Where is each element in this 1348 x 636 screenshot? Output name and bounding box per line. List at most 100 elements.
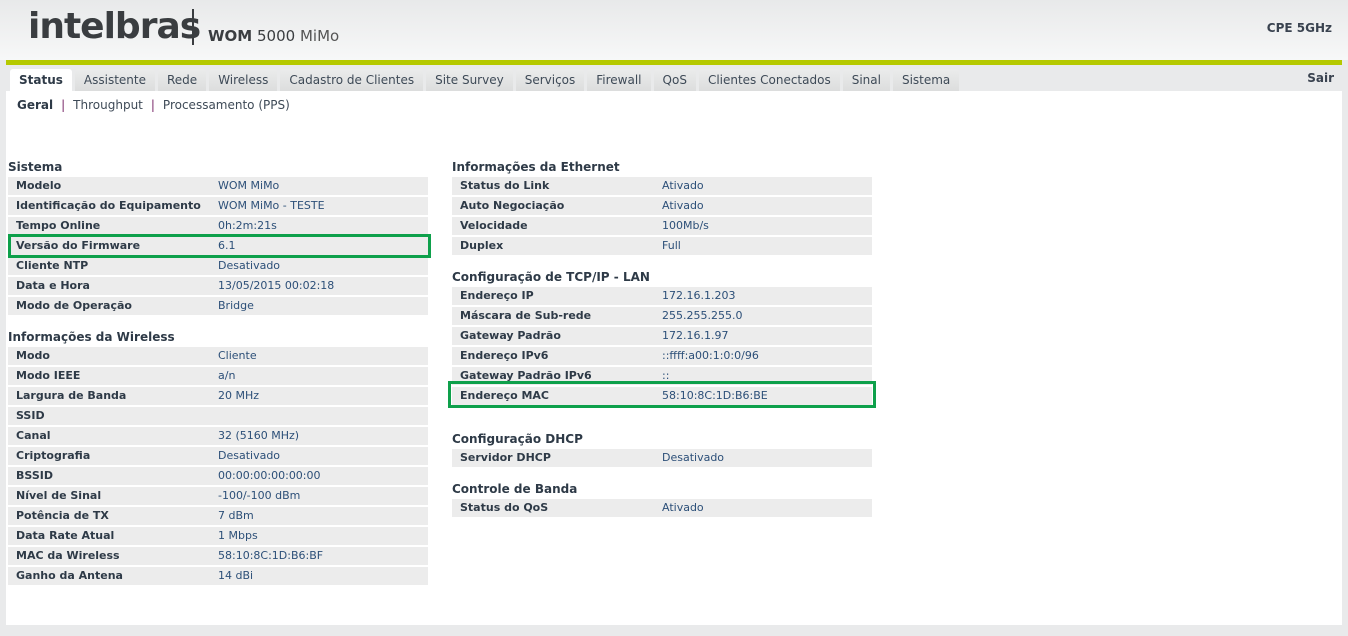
row-label: MAC da Wireless bbox=[16, 549, 120, 562]
subnav-separator: | bbox=[150, 98, 155, 112]
table-row: Endereço IPv6::ffff:a00:1:0:0/96 bbox=[452, 347, 872, 365]
row-label: Endereço IPv6 bbox=[460, 349, 549, 362]
subnav-pps[interactable]: Processamento (PPS) bbox=[163, 98, 290, 112]
table-row: Modo de Operação Bridge bbox=[8, 297, 428, 315]
subnav-separator: | bbox=[61, 98, 66, 112]
sub-navigation: Geral | Throughput | Processamento (PPS) bbox=[17, 98, 290, 112]
table-row: Potência de TX 7 dBm bbox=[8, 507, 428, 525]
row-value: Ativado bbox=[662, 501, 704, 514]
tab-assistente[interactable]: Assistente bbox=[74, 69, 155, 91]
table-row: Data e Hora 13/05/2015 00:02:18 bbox=[8, 277, 428, 295]
row-label: Modo bbox=[16, 349, 50, 362]
row-label: Identificação do Equipamento bbox=[16, 199, 201, 212]
section-title-sistema: Sistema bbox=[8, 160, 63, 174]
tab-site-survey[interactable]: Site Survey bbox=[426, 69, 513, 91]
row-label: Tempo Online bbox=[16, 219, 101, 232]
subnav-throughput[interactable]: Throughput bbox=[73, 98, 143, 112]
row-label: Data e Hora bbox=[16, 279, 90, 292]
table-banda: Status do QoS Ativado bbox=[452, 499, 872, 519]
row-value: 00:00:00:00:00:00 bbox=[218, 469, 321, 482]
row-label: SSID bbox=[16, 409, 45, 422]
tab-cadastro-de-clientes[interactable]: Cadastro de Clientes bbox=[280, 69, 424, 91]
row-value: Desativado bbox=[218, 259, 281, 272]
table-row: Largura de Banda 20 MHz bbox=[8, 387, 428, 405]
row-value: a/n bbox=[218, 369, 236, 382]
table-ethernet: Status do Link Ativado Auto Negociação Ativ… bbox=[452, 177, 872, 257]
row-label: Potência de TX bbox=[16, 509, 109, 522]
row-value: ::ffff:a00:1:0:0/96 bbox=[662, 349, 759, 362]
device-model: WOM 5000 MiMo bbox=[208, 27, 339, 45]
table-row: MAC da Wireless 58:10:8C:1D:B6:BF bbox=[8, 547, 428, 565]
row-label: Status do QoS bbox=[460, 501, 549, 514]
tab-qos[interactable]: QoS bbox=[653, 69, 696, 91]
table-wireless: Modo Cliente Modo IEEE a/n Largura de Banda 2… bbox=[8, 347, 428, 587]
table-row: Status do Link Ativado bbox=[452, 177, 872, 195]
row-label: Ganho da Antena bbox=[16, 569, 123, 582]
tab-status[interactable]: Status bbox=[10, 69, 72, 91]
table-row: Status do QoS Ativado bbox=[452, 499, 872, 517]
table-row: Velocidade 100Mb/s bbox=[452, 217, 872, 235]
row-label: Cliente NTP bbox=[16, 259, 89, 272]
row-value: 58:10:8C:1D:B6:BF bbox=[218, 549, 324, 562]
tab-sistema[interactable]: Sistema bbox=[892, 69, 960, 91]
table-row: SSID bbox=[8, 407, 428, 425]
table-row: Data Rate Atual 1 Mbps bbox=[8, 527, 428, 545]
tab-servi-os[interactable]: Serviços bbox=[515, 69, 585, 91]
row-label: Gateway Padrão bbox=[460, 329, 561, 342]
logo-divider bbox=[192, 9, 194, 45]
row-value: 13/05/2015 00:02:18 bbox=[218, 279, 335, 292]
row-label: Endereço IP bbox=[460, 289, 534, 302]
row-label: Modo de Operação bbox=[16, 299, 132, 312]
model-number: 5000 bbox=[257, 27, 296, 45]
row-value: 14 dBi bbox=[218, 569, 254, 582]
subnav-geral[interactable]: Geral bbox=[17, 98, 53, 112]
row-value: WOM MiMo bbox=[218, 179, 280, 192]
row-value: 20 MHz bbox=[218, 389, 260, 402]
main-nav: Status Assistente Rede Wireless Cadastro de … bbox=[6, 65, 1342, 91]
row-value: 0h:2m:21s bbox=[218, 219, 277, 232]
table-row: BSSID 00:00:00:00:00:00 bbox=[8, 467, 428, 485]
row-label: Modelo bbox=[16, 179, 62, 192]
row-label: Auto Negociação bbox=[460, 199, 565, 212]
tab-rede[interactable]: Rede bbox=[158, 69, 207, 91]
table-row: Servidor DHCP Desativado bbox=[452, 449, 872, 467]
table-row: Ganho da Antena 14 dBi bbox=[8, 567, 428, 585]
row-value: WOM MiMo - TESTE bbox=[218, 199, 325, 212]
table-row: Identificação do Equipamento WOM MiMo - T… bbox=[8, 197, 428, 215]
table-row: Nível de Sinal -100/-100 dBm bbox=[8, 487, 428, 505]
table-row: Máscara de Sub-rede 255.255.255.0 bbox=[452, 307, 872, 325]
section-title-tcpip: Configuração de TCP/IP - LAN bbox=[452, 270, 650, 284]
table-row: Tempo Online 0h:2m:21s bbox=[8, 217, 428, 235]
table-row: Modo IEEE a/n bbox=[8, 367, 428, 385]
tab-list: Status Assistente Rede Wireless Cadastro de … bbox=[10, 69, 960, 91]
table-row: Cliente NTP Desativado bbox=[8, 257, 428, 275]
header: intelbras WOM 5000 MiMo CPE 5GHz bbox=[0, 0, 1348, 60]
tab-clientes-conectados[interactable]: Clientes Conectados bbox=[698, 69, 840, 91]
logout-link[interactable]: Sair bbox=[1307, 71, 1334, 85]
section-title-ethernet: Informações da Ethernet bbox=[452, 160, 620, 174]
row-value: 172.16.1.203 bbox=[662, 289, 736, 302]
row-label: Velocidade bbox=[460, 219, 528, 232]
model-bold: WOM bbox=[208, 27, 253, 45]
firmware-highlight-box bbox=[8, 234, 431, 258]
mac-highlight-box bbox=[448, 381, 876, 408]
tab-wireless[interactable]: Wireless bbox=[209, 69, 278, 91]
device-type: CPE 5GHz bbox=[1266, 21, 1332, 35]
row-value: 100Mb/s bbox=[662, 219, 709, 232]
row-value: Ativado bbox=[662, 179, 704, 192]
row-value: Ativado bbox=[662, 199, 704, 212]
model-name: MiMo bbox=[299, 27, 340, 45]
tab-firewall[interactable]: Firewall bbox=[587, 69, 651, 91]
row-value: 172.16.1.97 bbox=[662, 329, 729, 342]
row-label: Servidor DHCP bbox=[460, 451, 551, 464]
row-label: Modo IEEE bbox=[16, 369, 81, 382]
tab-sinal[interactable]: Sinal bbox=[842, 69, 890, 91]
table-row: Canal 32 (5160 MHz) bbox=[8, 427, 428, 445]
table-dhcp: Servidor DHCP Desativado bbox=[452, 449, 872, 469]
table-row: Modelo WOM MiMo bbox=[8, 177, 428, 195]
row-value: Desativado bbox=[662, 451, 725, 464]
row-value: Full bbox=[662, 239, 681, 252]
row-value: 255.255.255.0 bbox=[662, 309, 743, 322]
row-value: Cliente bbox=[218, 349, 257, 362]
table-row: Criptografia Desativado bbox=[8, 447, 428, 465]
